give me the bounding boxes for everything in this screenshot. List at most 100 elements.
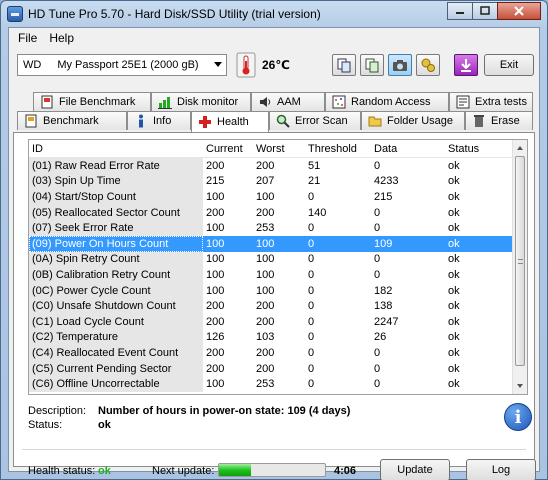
info-icon: i [504,403,532,431]
table-row[interactable]: (C4) Reallocated Event Count 200 200 0 0 ok [29,345,527,361]
divider [22,449,526,450]
scroll-up-icon[interactable] [517,146,523,150]
tab-erase[interactable]: Erase [465,111,533,130]
cell-data: 138 [374,300,393,313]
tab-health[interactable]: Health [191,111,269,132]
cell-id: (04) Start/Stop Count [29,189,203,205]
drive-select[interactable]: WD My Passport 25E1 (2000 gB) [17,54,227,76]
tab-disk-monitor[interactable]: Disk monitor [151,92,251,111]
cell-id: (C1) Load Cycle Count [29,313,203,330]
tab-label: AAM [277,96,301,108]
table-row[interactable]: (07) Seek Error Rate 100 253 0 0 ok [29,220,527,236]
health-status-label: Health status: [28,465,96,477]
disk-monitor-icon [158,95,172,109]
temperature-value: 26℃ [262,58,290,72]
minimize-icon[interactable] [447,2,473,20]
cell-status: ok [448,300,460,313]
scroll-thumb[interactable] [515,156,525,366]
header-current[interactable]: Current [203,143,253,155]
update-button[interactable]: Update [380,459,450,480]
table-row[interactable]: (03) Spin Up Time 215 207 21 4233 ok [29,173,527,190]
header-id[interactable]: ID [29,143,203,155]
save-download-button[interactable] [454,54,478,76]
cell-worst: 200 [256,315,275,328]
drive-model: My Passport 25E1 (2000 gB) [57,59,199,71]
table-row[interactable]: (C1) Load Cycle Count 200 200 0 2247 ok [29,313,527,330]
options-icon [421,58,435,72]
cell-status: ok [448,222,460,235]
table-row[interactable]: (C2) Temperature 126 103 0 26 ok [29,329,527,346]
table-row[interactable]: (0A) Spin Retry Count 100 100 0 0 ok [29,251,527,268]
cell-status: ok [448,362,460,375]
table-row[interactable]: (0C) Power Cycle Count 100 100 0 182 ok [29,282,527,299]
smart-table[interactable]: ID Current Worst Threshold Data Status (… [28,139,528,395]
cell-status: ok [448,378,460,391]
benchmark-icon [24,114,38,128]
cell-data: 0 [374,159,381,172]
status-bar: Health status: ok Next update: 4:06 Upda… [28,459,538,480]
cell-status: ok [448,190,460,203]
tab-random-access[interactable]: Random Access [325,92,449,111]
vertical-scrollbar[interactable] [512,140,527,394]
menu-help-label: Help [49,30,75,45]
maximize-icon[interactable] [472,2,498,20]
table-row[interactable]: (04) Start/Stop Count 100 100 0 215 ok [29,189,527,205]
options-button[interactable] [416,54,440,76]
table-row[interactable]: (05) Reallocated Sector Count 200 200 140 0 o… [29,204,527,221]
cell-worst: 103 [256,331,275,344]
client-area: File Help WD My Passport 25E1 (2000 gB) … [8,27,540,480]
tab-folder-usage[interactable]: Folder Usage [361,111,465,130]
table-row[interactable]: (C0) Unsafe Shutdown Count 200 200 0 138 ok [29,298,527,314]
status-label: Status: [28,419,63,431]
tab-info[interactable]: Info [127,111,191,130]
table-row[interactable]: (09) Power On Hours Count 100 100 0 109 ok [29,235,527,252]
caption-buttons [447,2,541,20]
scroll-down-icon[interactable] [517,384,523,388]
cell-threshold: 0 [308,378,315,391]
cell-data: 215 [374,190,393,203]
next-update-time: 4:06 [334,465,357,477]
cell-id: (C6) Offline Uncorrectable [29,376,203,392]
cell-data: 109 [374,237,393,250]
title-bar[interactable]: HD Tune Pro 5.70 - Hard Disk/SSD Utility… [1,1,547,27]
copy-text-button[interactable] [360,54,384,76]
exit-button[interactable]: Exit [484,54,534,76]
header-data[interactable]: Data [371,143,445,155]
cell-current: 200 [206,300,225,313]
status-value: ok [98,419,111,431]
tab-benchmark[interactable]: Benchmark [17,111,127,130]
copy-info-button[interactable] [332,54,356,76]
header-threshold[interactable]: Threshold [305,143,371,155]
log-button[interactable]: Log [466,459,536,480]
cell-current: 100 [206,190,225,203]
menu-help[interactable]: Help [43,31,80,45]
menu-bar: File Help [9,28,539,47]
magnifier-icon [276,114,290,128]
tab-aam[interactable]: AAM [251,92,325,111]
tab-label: File Benchmark [59,96,136,108]
cell-threshold: 0 [308,362,315,375]
cell-current: 100 [206,222,225,235]
tab-extra-tests[interactable]: Extra tests [449,92,533,111]
tab-label: Extra tests [475,96,527,108]
cell-threshold: 0 [308,268,315,281]
close-icon[interactable] [497,2,541,20]
tab-file-benchmark[interactable]: File Benchmark [33,92,151,111]
cell-id: (0C) Power Cycle Count [29,282,203,299]
cell-threshold: 0 [308,346,315,359]
tab-label: Info [153,115,172,127]
menu-file[interactable]: File [12,31,43,45]
tab-error-scan[interactable]: Error Scan [269,111,361,130]
header-worst[interactable]: Worst [253,143,305,155]
table-row[interactable]: (0B) Calibration Retry Count 100 100 0 0 ok [29,267,527,283]
screenshot-button[interactable] [388,54,412,76]
app-window: HD Tune Pro 5.70 - Hard Disk/SSD Utility… [0,0,548,480]
table-row[interactable]: (C6) Offline Uncorrectable 100 253 0 0 ok [29,376,527,392]
cell-status: ok [448,175,460,188]
cell-threshold: 0 [308,284,315,297]
cell-current: 100 [206,268,225,281]
table-row[interactable]: (01) Raw Read Error Rate 200 200 51 0 ok [29,158,527,174]
header-status[interactable]: Status [445,143,515,155]
cell-worst: 200 [256,362,275,375]
table-row[interactable]: (C5) Current Pending Sector 200 200 0 0 ok [29,360,527,377]
